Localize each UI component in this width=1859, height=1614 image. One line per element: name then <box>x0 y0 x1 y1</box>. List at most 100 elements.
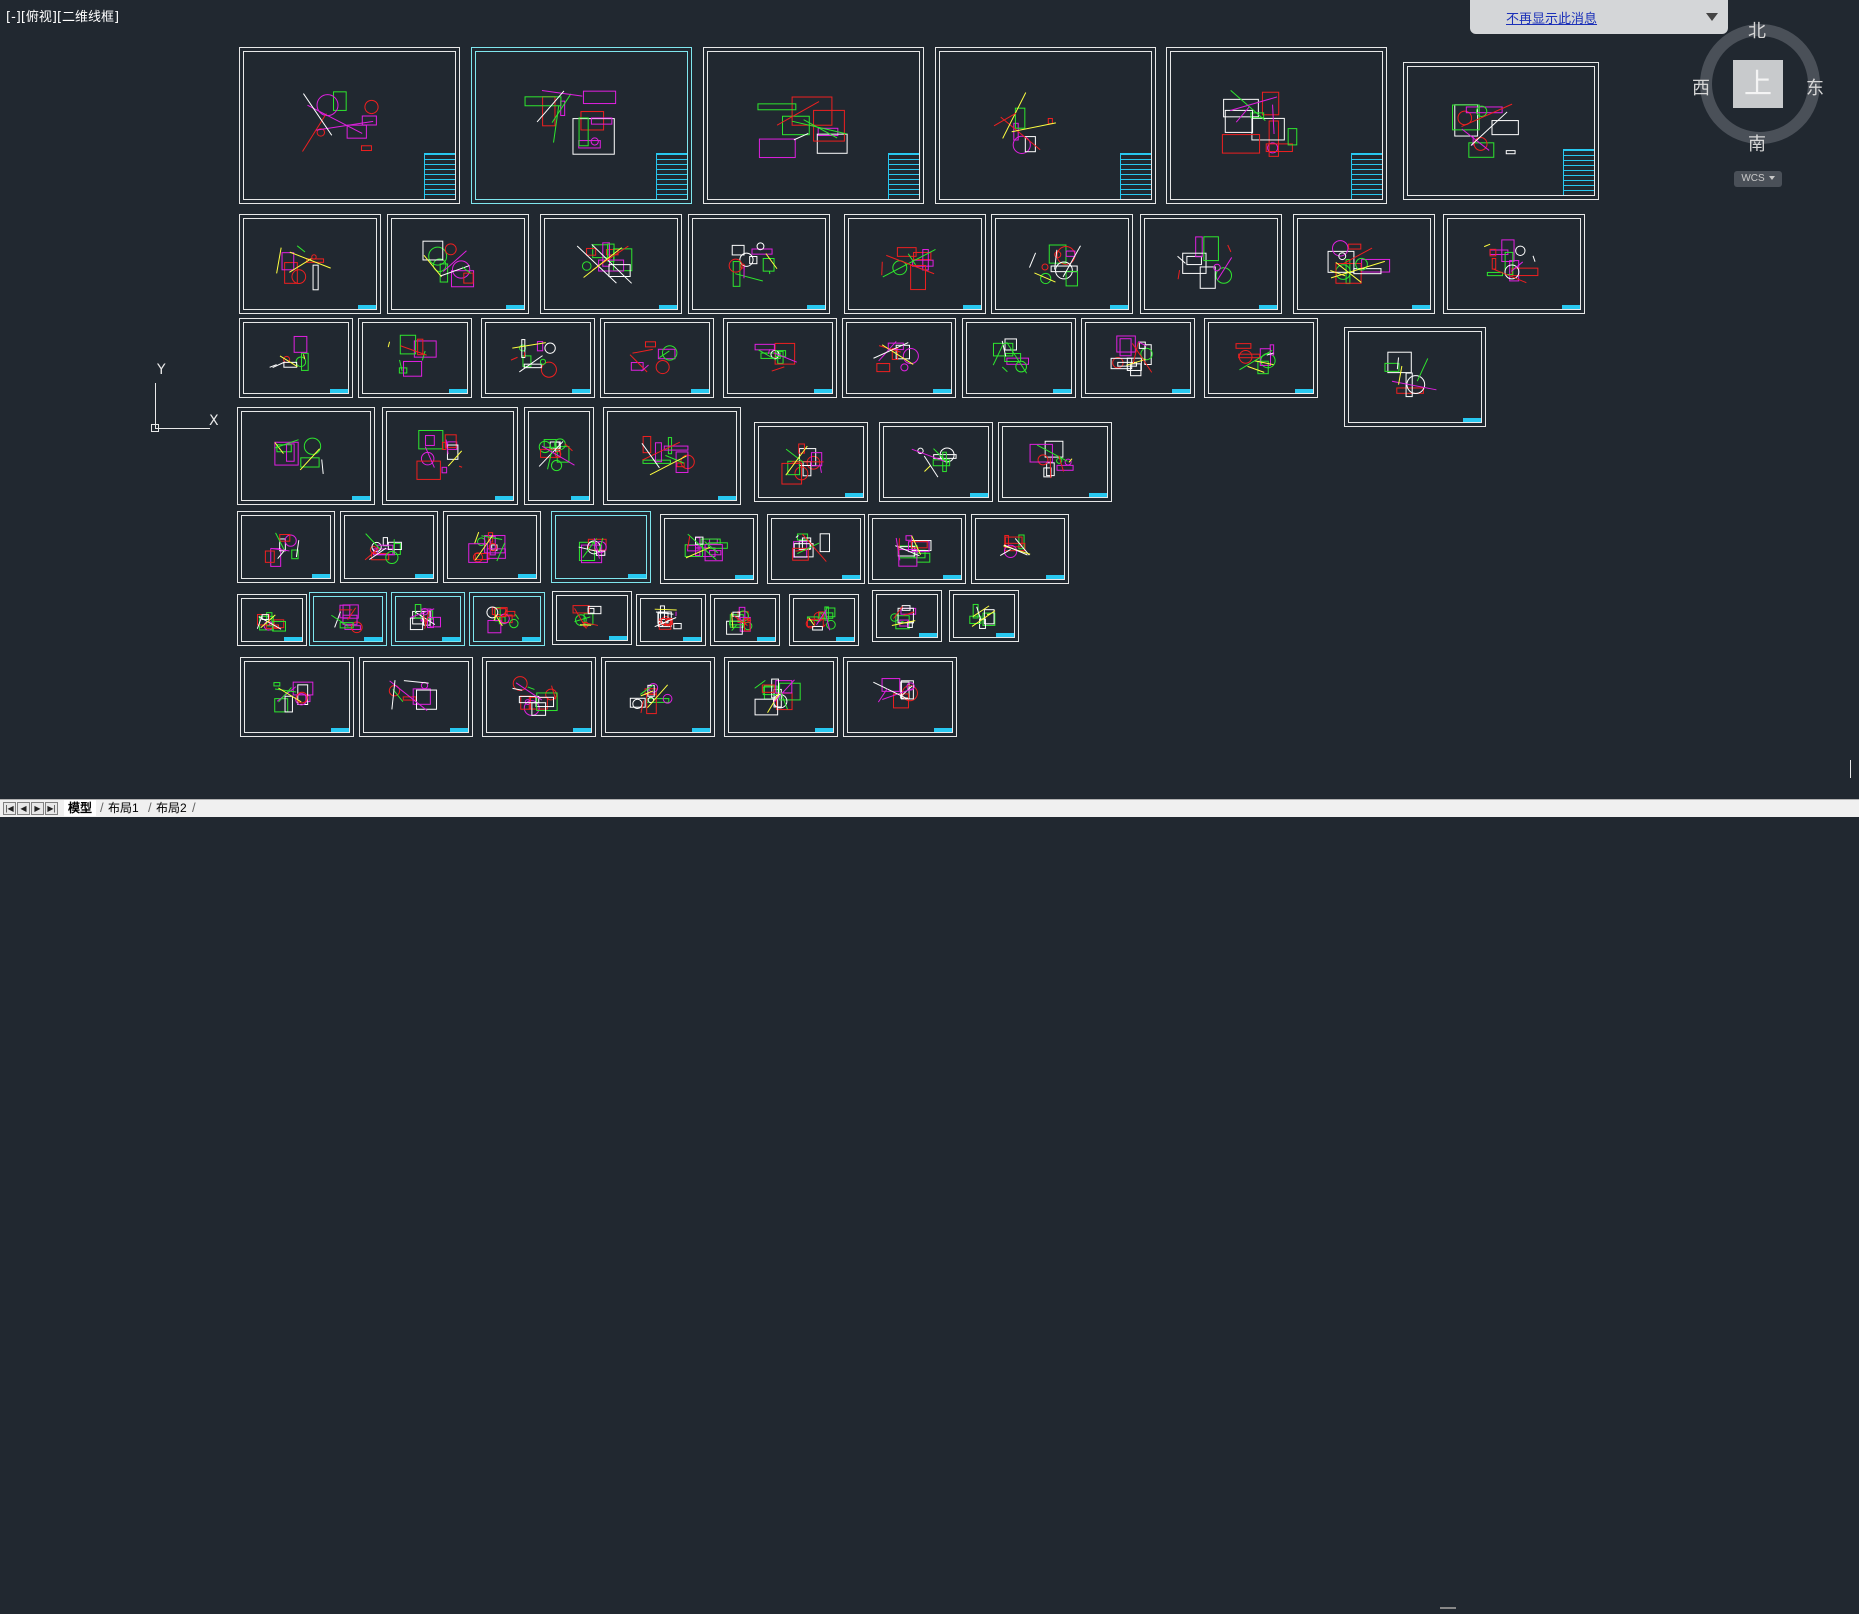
mechanical-drawing <box>240 48 461 205</box>
drawing-sheet[interactable] <box>1293 214 1435 314</box>
drawing-sheet[interactable] <box>710 594 780 646</box>
viewcube-top-face[interactable]: 上 <box>1733 60 1783 108</box>
drawing-sheet[interactable] <box>1443 214 1585 314</box>
drawing-sheet[interactable] <box>469 592 545 646</box>
drawing-sheet[interactable] <box>239 214 381 314</box>
mechanical-drawing <box>880 423 994 503</box>
drawing-sheet[interactable] <box>443 511 541 583</box>
drawing-sheet[interactable] <box>600 318 714 398</box>
drawing-shape <box>1239 350 1252 363</box>
drawing-sheet[interactable] <box>540 214 682 314</box>
drawing-sheet[interactable] <box>309 592 387 646</box>
drawing-sheet[interactable] <box>962 318 1076 398</box>
tab-layout1[interactable]: 布局1 <box>104 800 143 816</box>
notification-dropdown-icon[interactable] <box>1706 13 1718 21</box>
last-tab-icon[interactable]: ▶| <box>45 802 58 815</box>
drawing-shape <box>448 442 457 450</box>
horizontal-scrollbar[interactable] <box>1210 1604 1859 1614</box>
drawing-sheet[interactable] <box>1081 318 1195 398</box>
drawing-sheet[interactable] <box>237 594 307 646</box>
drawing-shape <box>763 259 774 272</box>
drawing-shape <box>901 364 908 371</box>
drawing-sheet[interactable] <box>843 657 957 737</box>
drawing-sheet[interactable] <box>471 47 692 204</box>
drawing-line <box>307 105 362 133</box>
drawing-sheet[interactable] <box>552 591 632 645</box>
drawing-sheet[interactable] <box>723 318 837 398</box>
drawing-sheet[interactable] <box>482 657 596 737</box>
drawing-sheet[interactable] <box>767 514 865 584</box>
drawing-sheet[interactable] <box>789 594 859 646</box>
drawing-sheet[interactable] <box>239 47 460 204</box>
mechanical-drawing <box>844 658 958 738</box>
drawing-sheet[interactable] <box>1403 62 1599 200</box>
drawing-sheet[interactable] <box>879 422 993 502</box>
mechanical-drawing <box>711 595 781 647</box>
drawing-sheet[interactable] <box>601 657 715 737</box>
mechanical-drawing <box>999 423 1113 503</box>
drawing-shape <box>545 343 555 353</box>
drawing-sheet[interactable] <box>603 407 741 505</box>
drawing-sheet[interactable] <box>868 514 966 584</box>
drawing-canvas[interactable]: [-][俯视][二维线框] 不再显示此消息 上 北 南 西 东 WCS Y X <box>0 0 1859 799</box>
drawing-sheet[interactable] <box>1344 327 1486 427</box>
drawing-sheet[interactable] <box>703 47 924 204</box>
drawing-sheet[interactable] <box>724 657 838 737</box>
drawing-line <box>1273 105 1274 134</box>
drawing-sheet[interactable] <box>359 657 473 737</box>
drawing-sheet[interactable] <box>1166 47 1387 204</box>
drawing-line <box>879 341 897 360</box>
drawing-sheet[interactable] <box>688 214 830 314</box>
drawing-sheet[interactable] <box>636 594 706 646</box>
drawing-sheet[interactable] <box>842 318 956 398</box>
drawing-sheet[interactable] <box>551 511 651 583</box>
drawing-sheet[interactable] <box>844 214 986 314</box>
drawing-sheet[interactable] <box>481 318 595 398</box>
drawing-sheet[interactable] <box>660 514 758 584</box>
tab-layout2[interactable]: 布局2 <box>152 800 191 816</box>
drawing-sheet[interactable] <box>1140 214 1282 314</box>
drawing-sheet[interactable] <box>358 318 472 398</box>
drawing-sheet[interactable] <box>239 318 353 398</box>
drawing-sheet[interactable] <box>391 592 465 646</box>
drawing-line <box>973 606 989 617</box>
wcs-label: WCS <box>1741 173 1764 184</box>
drawing-sheet[interactable] <box>524 407 594 505</box>
compass-north[interactable]: 北 <box>1748 17 1766 43</box>
drawing-sheet[interactable] <box>382 407 518 505</box>
drawing-sheet[interactable] <box>991 214 1133 314</box>
compass-east[interactable]: 东 <box>1806 74 1824 100</box>
drawing-line <box>924 465 930 471</box>
drawing-sheet[interactable] <box>1204 318 1318 398</box>
mechanical-drawing <box>238 408 376 506</box>
dont-show-again-link[interactable]: 不再显示此消息 <box>1506 8 1597 27</box>
next-tab-icon[interactable]: ▶ <box>31 802 44 815</box>
drawing-sheet[interactable] <box>935 47 1156 204</box>
mechanical-drawing <box>936 48 1157 205</box>
drawing-sheet[interactable] <box>237 407 375 505</box>
compass-west[interactable]: 西 <box>1692 74 1710 100</box>
prev-tab-icon[interactable]: ◀ <box>17 802 30 815</box>
drawing-shape <box>400 335 415 354</box>
compass-south[interactable]: 南 <box>1748 130 1766 156</box>
wcs-menu-button[interactable]: WCS <box>1734 171 1782 187</box>
drawing-sheet[interactable] <box>387 214 529 314</box>
drawing-sheet[interactable] <box>872 590 942 642</box>
drawing-shape <box>404 361 422 376</box>
drawing-line <box>400 360 403 371</box>
mechanical-drawing <box>637 595 707 647</box>
drawing-shape <box>293 682 313 695</box>
viewport-controls-label[interactable]: [-][俯视][二维线框] <box>6 6 119 25</box>
drawing-sheet[interactable] <box>754 422 868 502</box>
tab-model[interactable]: 模型 <box>64 800 96 816</box>
first-tab-icon[interactable]: |◀ <box>3 802 16 815</box>
drawing-sheet[interactable] <box>971 514 1069 584</box>
drawing-sheet[interactable] <box>237 511 335 583</box>
scroll-thumb[interactable] <box>1440 1607 1456 1609</box>
mechanical-drawing <box>472 48 693 205</box>
drawing-sheet[interactable] <box>340 511 438 583</box>
drawing-sheet[interactable] <box>998 422 1112 502</box>
drawing-sheet[interactable] <box>949 590 1019 642</box>
drawing-sheet[interactable] <box>240 657 354 737</box>
drawing-shape <box>1288 129 1297 145</box>
